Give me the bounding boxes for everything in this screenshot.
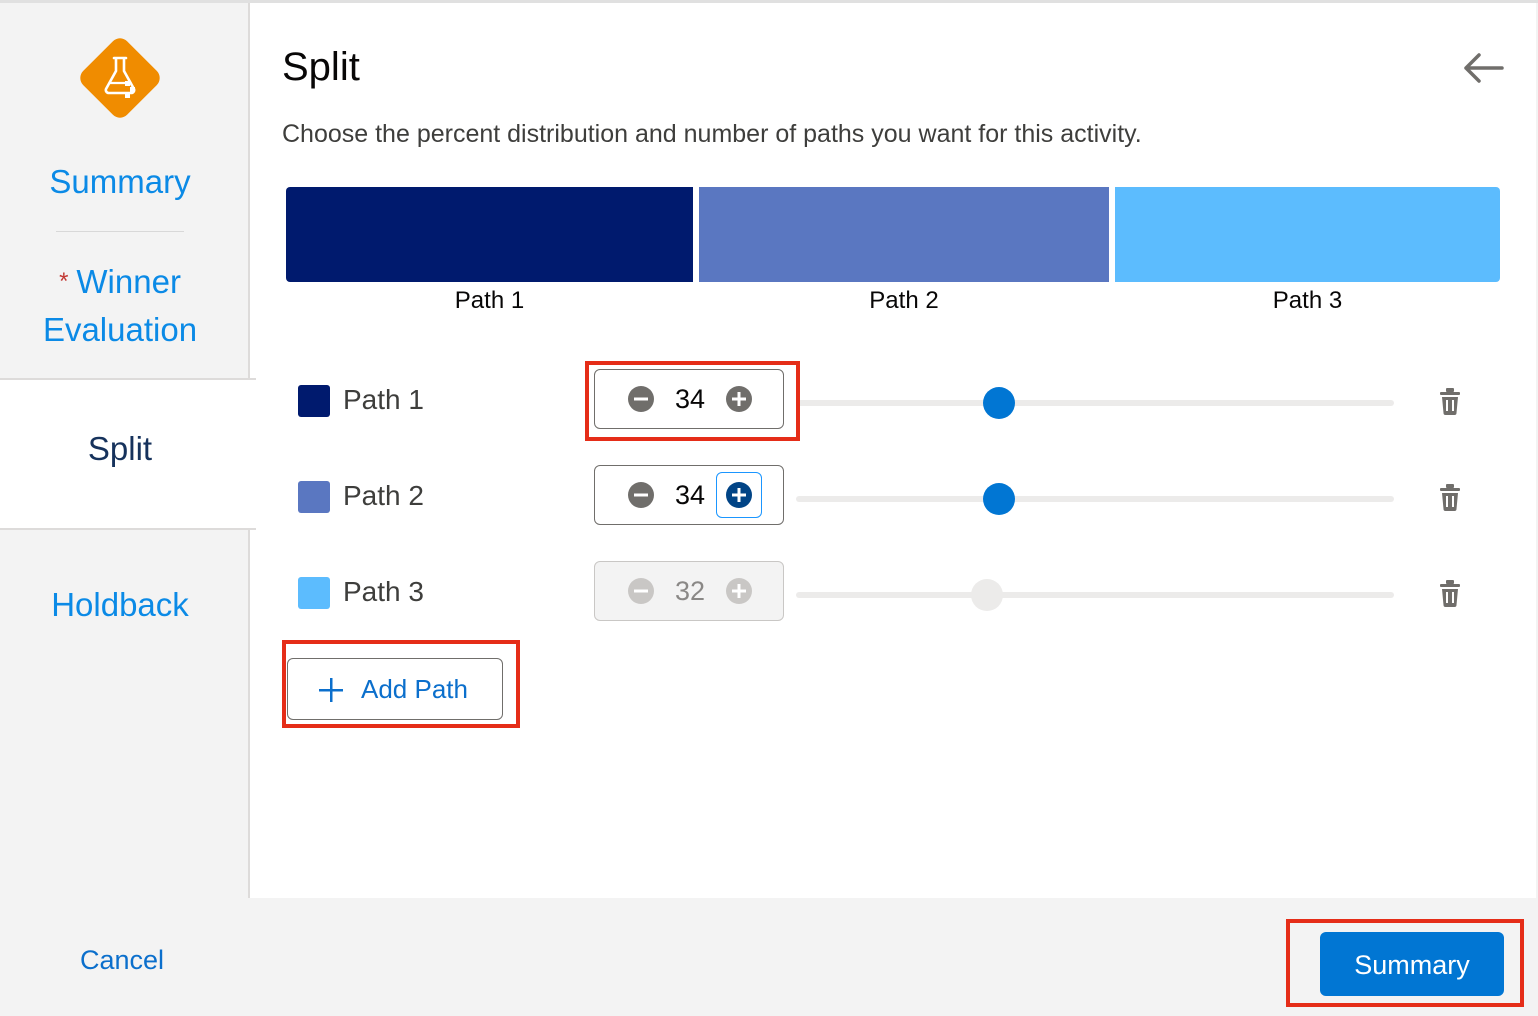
path-name: Path 2 xyxy=(343,480,424,511)
percent-slider-thumb[interactable] xyxy=(983,483,1016,515)
increment-icon[interactable] xyxy=(725,385,753,413)
path-name: Path 1 xyxy=(343,384,424,415)
percent-value[interactable]: 34 xyxy=(655,384,725,415)
decrement-icon[interactable] xyxy=(627,385,655,413)
decrement-icon xyxy=(627,577,655,605)
sidebar-item-winner-evaluation[interactable]: * Winner Evaluation xyxy=(0,258,240,354)
add-path-label: Add Path xyxy=(361,674,468,704)
percent-slider-track xyxy=(796,592,1394,598)
back-arrow-icon[interactable] xyxy=(1462,51,1504,85)
percent-value[interactable]: 34 xyxy=(655,480,725,511)
increment-icon xyxy=(725,577,753,605)
summary-button[interactable]: Summary xyxy=(1320,932,1504,996)
add-icon xyxy=(318,677,344,703)
percent-value: 32 xyxy=(674,576,706,606)
percent-slider-thumb[interactable] xyxy=(983,387,1016,419)
delete-path-icon[interactable] xyxy=(1438,579,1462,607)
percent-stepper: 32 xyxy=(594,561,784,621)
sidebar-item-label-line1: Winner xyxy=(76,263,181,300)
add-path-button[interactable]: Add Path xyxy=(287,658,503,720)
sidebar-item-label-line2: Evaluation xyxy=(42,311,198,348)
path-row-2: Path 2 34 xyxy=(250,465,1536,529)
distribution-segment-path-2 xyxy=(699,187,1109,282)
increment-icon[interactable] xyxy=(716,472,762,518)
path-color-swatch xyxy=(298,385,330,417)
sidebar-item-holdback[interactable]: Holdback xyxy=(0,581,240,629)
distribution-label-path-3: Path 3 xyxy=(1272,287,1343,314)
required-asterisk: * xyxy=(59,268,69,295)
sidebar-divider xyxy=(56,231,184,232)
path-color-swatch xyxy=(298,481,330,513)
percent-slider-track[interactable] xyxy=(796,400,1394,406)
percent-stepper: 34 xyxy=(594,369,784,429)
sidebar-item-label: Split xyxy=(87,430,153,467)
delete-path-icon[interactable] xyxy=(1438,483,1462,511)
percent-slider-track[interactable] xyxy=(796,496,1394,502)
sidebar-item-summary[interactable]: Summary xyxy=(0,158,240,206)
page-title: Split xyxy=(282,45,360,89)
path-name: Path 3 xyxy=(343,576,424,607)
distribution-label-path-2: Path 2 xyxy=(869,287,939,314)
distribution-label-path-1: Path 1 xyxy=(454,287,525,314)
percent-stepper: 34 xyxy=(594,465,784,525)
split-panel: Split Choose the percent distribution an… xyxy=(250,3,1536,898)
distribution-segment-path-3 xyxy=(1115,187,1500,282)
delete-path-icon[interactable] xyxy=(1438,387,1462,415)
path-row-3: Path 3 32 xyxy=(250,561,1536,625)
distribution-segment-path-1 xyxy=(286,187,693,282)
percent-slider-thumb xyxy=(971,579,1004,611)
sidebar-item-split[interactable]: Split xyxy=(0,378,256,530)
path-color-swatch xyxy=(298,577,330,609)
decrement-icon[interactable] xyxy=(627,481,655,509)
page-description: Choose the percent distribution and numb… xyxy=(282,120,1142,148)
path-row-1: Path 1 34 xyxy=(250,369,1536,433)
ab-test-logo-icon xyxy=(73,31,167,125)
cancel-button[interactable]: Cancel xyxy=(80,945,164,976)
